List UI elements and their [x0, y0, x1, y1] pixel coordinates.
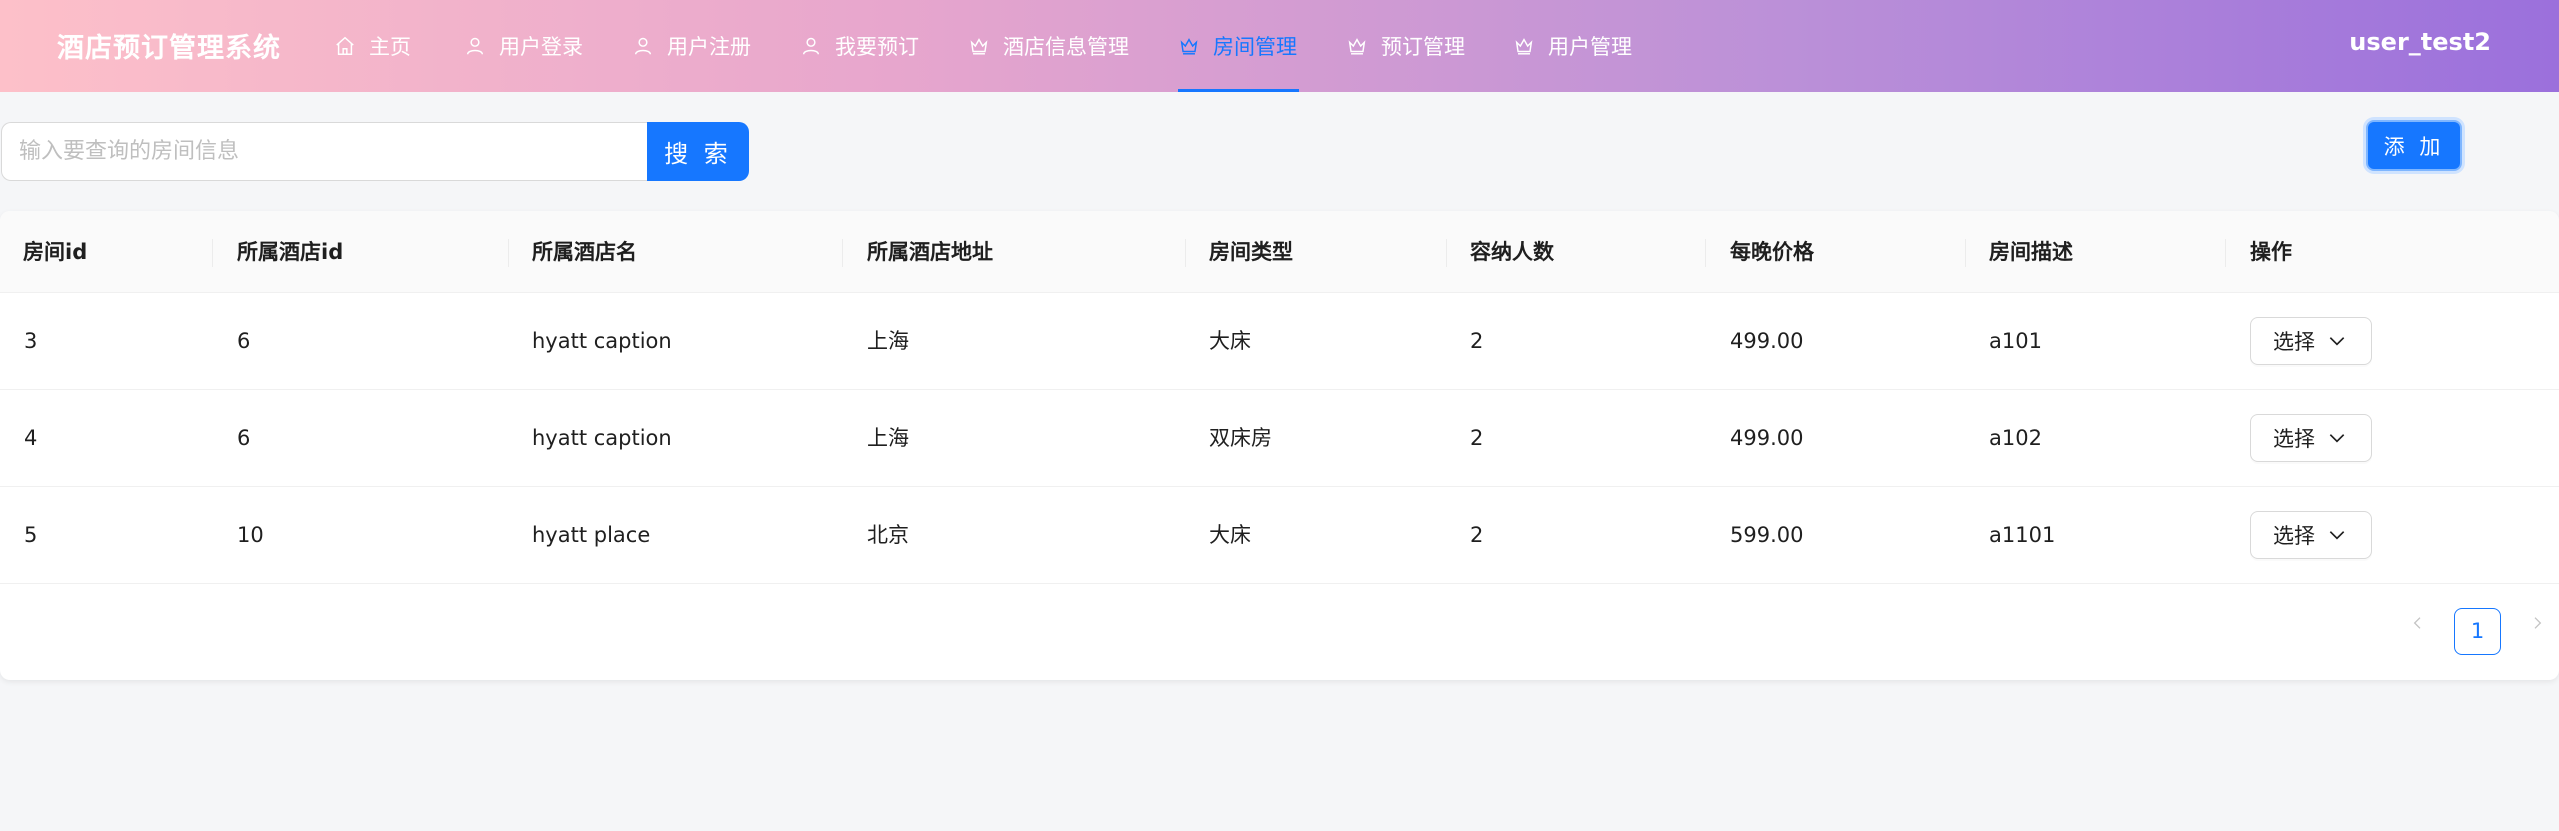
table-row: 3 6 hyatt caption 上海 大床 2 499.00 a101 选择 [0, 293, 2559, 390]
select-dropdown-button[interactable]: 选择 [2250, 511, 2372, 559]
nav-label: 用户登录 [499, 35, 583, 59]
cell-hotel-name: hyatt place [532, 523, 651, 547]
chevron-left-icon [2410, 615, 2426, 631]
table-row: 4 6 hyatt caption 上海 双床房 2 499.00 a102 选… [0, 390, 2559, 487]
user-icon [632, 35, 654, 57]
column-header: 所属酒店id [237, 240, 344, 264]
room-table: 房间id 所属酒店id 所属酒店名 所属酒店地址 房间类型 容纳人数 每晚价格 … [0, 211, 2559, 680]
column-header: 所属酒店名 [532, 240, 637, 264]
cell-capacity: 2 [1470, 523, 1484, 547]
pagination-prev-button[interactable] [2403, 608, 2433, 638]
nav-item-room-management[interactable]: 房间管理 [1178, 0, 1299, 92]
column-divider [842, 239, 843, 267]
cell-price: 599.00 [1730, 523, 1804, 547]
cell-room-type: 大床 [1209, 523, 1251, 547]
crown-icon [1178, 35, 1200, 57]
cell-capacity: 2 [1470, 426, 1484, 450]
search-input[interactable] [1, 122, 649, 181]
pagination-page-button[interactable]: 1 [2454, 608, 2501, 655]
column-divider [1705, 239, 1706, 267]
select-dropdown-button[interactable]: 选择 [2250, 414, 2372, 462]
column-header: 房间id [23, 240, 88, 264]
table-header: 房间id 所属酒店id 所属酒店名 所属酒店地址 房间类型 容纳人数 每晚价格 … [0, 211, 2559, 293]
crown-icon [968, 35, 990, 57]
cell-room-id: 3 [24, 329, 38, 353]
current-user-name[interactable]: user_test2 [2349, 28, 2491, 56]
chevron-down-icon [2327, 428, 2347, 448]
nav-label: 主页 [369, 35, 411, 59]
search-button[interactable]: 搜 索 [647, 122, 749, 181]
cell-description: a101 [1989, 329, 2042, 353]
column-header: 房间描述 [1989, 240, 2073, 264]
cell-hotel-id: 6 [237, 426, 251, 450]
column-header: 操作 [2250, 240, 2292, 264]
cell-price: 499.00 [1730, 329, 1804, 353]
home-icon [334, 35, 356, 57]
cell-hotel-address: 北京 [867, 523, 909, 547]
nav-label: 用户管理 [1548, 35, 1632, 59]
app-title: 酒店预订管理系统 [57, 33, 281, 64]
nav-item-user-management[interactable]: 用户管理 [1513, 0, 1663, 92]
top-header: 酒店预订管理系统 主页 用户登录 用户注册 我要预订 酒店信息管理 房间管理 预… [0, 0, 2559, 92]
column-header: 房间类型 [1209, 240, 1293, 264]
cell-hotel-name: hyatt caption [532, 426, 672, 450]
cell-price: 499.00 [1730, 426, 1804, 450]
column-divider [508, 239, 509, 267]
cell-room-type: 大床 [1209, 329, 1251, 353]
user-icon [800, 35, 822, 57]
crown-icon [1513, 35, 1535, 57]
chevron-down-icon [2327, 331, 2347, 351]
chevron-down-icon [2327, 525, 2347, 545]
column-divider [212, 239, 213, 267]
nav-item-home[interactable]: 主页 [334, 0, 464, 92]
nav-item-hotel-info[interactable]: 酒店信息管理 [968, 0, 1178, 92]
column-header: 容纳人数 [1470, 240, 1554, 264]
nav-label: 酒店信息管理 [1003, 35, 1129, 59]
nav-label: 预订管理 [1381, 35, 1465, 59]
nav-label: 我要预订 [835, 35, 919, 59]
select-label: 选择 [2273, 524, 2315, 548]
cell-hotel-address: 上海 [867, 426, 909, 450]
crown-icon [1346, 35, 1368, 57]
cell-hotel-address: 上海 [867, 329, 909, 353]
cell-room-type: 双床房 [1209, 426, 1272, 450]
cell-hotel-id: 6 [237, 329, 251, 353]
select-label: 选择 [2273, 427, 2315, 451]
column-divider [1185, 239, 1186, 267]
nav-label: 房间管理 [1213, 35, 1297, 59]
cell-description: a102 [1989, 426, 2042, 450]
cell-capacity: 2 [1470, 329, 1484, 353]
column-divider [1446, 239, 1447, 267]
nav-item-booking-management[interactable]: 预订管理 [1346, 0, 1513, 92]
select-dropdown-button[interactable]: 选择 [2250, 317, 2372, 365]
table-row: 5 10 hyatt place 北京 大床 2 599.00 a1101 选择 [0, 487, 2559, 584]
column-divider [2225, 239, 2226, 267]
cell-description: a1101 [1989, 523, 2056, 547]
add-button[interactable]: 添 加 [2366, 120, 2462, 171]
pagination-next-button[interactable] [2522, 608, 2552, 638]
nav-label: 用户注册 [667, 35, 751, 59]
column-header: 所属酒店地址 [867, 240, 993, 264]
nav-item-login[interactable]: 用户登录 [464, 0, 632, 92]
nav-item-booking[interactable]: 我要预订 [800, 0, 968, 92]
cell-room-id: 5 [24, 523, 38, 547]
column-header: 每晚价格 [1730, 240, 1814, 264]
column-divider [1965, 239, 1966, 267]
select-label: 选择 [2273, 330, 2315, 354]
user-icon [464, 35, 486, 57]
nav-item-register[interactable]: 用户注册 [632, 0, 800, 92]
cell-hotel-id: 10 [237, 523, 264, 547]
cell-room-id: 4 [24, 426, 38, 450]
main-nav: 主页 用户登录 用户注册 我要预订 酒店信息管理 房间管理 预订管理 用户管理 [334, 0, 1663, 92]
chevron-right-icon [2529, 615, 2545, 631]
cell-hotel-name: hyatt caption [532, 329, 672, 353]
